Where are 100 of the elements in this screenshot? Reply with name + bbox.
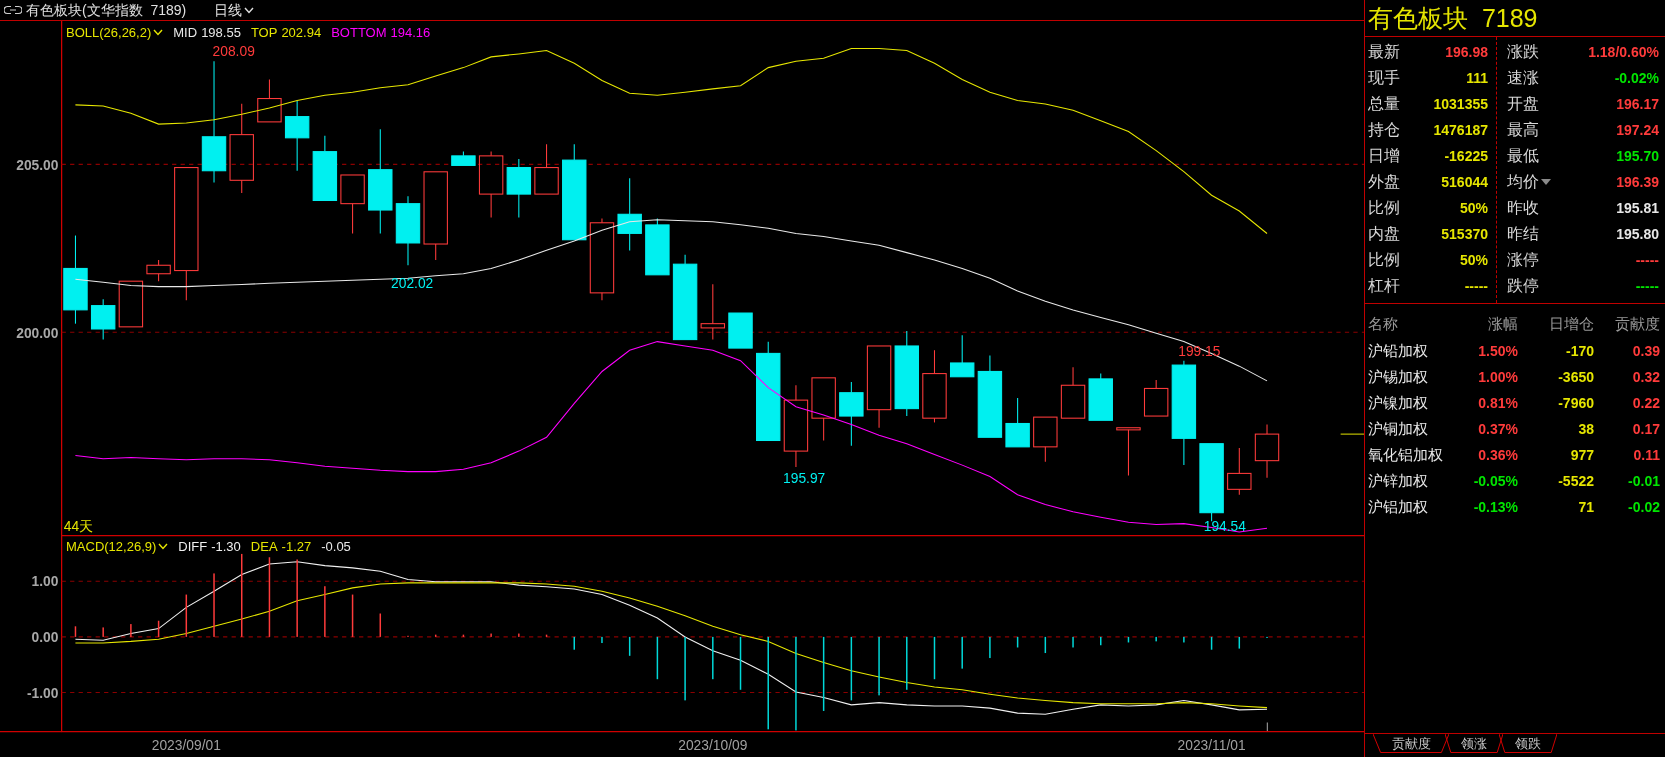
quote-value: 515370: [1441, 224, 1488, 244]
series-value: 202.94: [281, 24, 322, 42]
table-cell-text: -0.05%: [1472, 471, 1518, 491]
quote-value: 50%: [1459, 198, 1488, 218]
quote-value: 195.81: [1616, 198, 1659, 218]
macd-axis-label: 1.00: [31, 574, 59, 590]
chevron-down-icon[interactable]: [158, 543, 169, 551]
quote-label: 外盘: [1368, 172, 1400, 192]
candlestick: [728, 312, 753, 349]
instrument-title: 有色板块(文华指数 7189): [26, 0, 187, 20]
candlestick: [340, 174, 365, 234]
series-value: 194.16: [390, 24, 431, 42]
quote-label: 均价: [1507, 172, 1539, 192]
date-axis-label: 2023/10/09: [678, 738, 748, 754]
quote-label: 最高: [1507, 120, 1539, 140]
candlestick: [257, 78, 282, 123]
quote-value: 1031355: [1433, 94, 1488, 114]
price-annotation: 202.02: [391, 275, 434, 291]
macd-axis-label: 0.00: [31, 630, 59, 646]
table-cell-text: -5522: [1557, 471, 1594, 491]
series-name: MID: [173, 24, 198, 42]
candlestick: [811, 377, 836, 441]
indicator-selector[interactable]: MACD(12,26,9): [66, 537, 157, 557]
candlestick: [534, 143, 559, 195]
series-name: BOTTOM: [331, 24, 387, 42]
quote-value: -0.02%: [1614, 68, 1659, 88]
quote-label: 最低: [1507, 146, 1539, 166]
table-cell-text: 0.22: [1631, 393, 1660, 413]
table-cell-text: -170: [1564, 341, 1594, 361]
candlestick: [118, 280, 144, 328]
quote-value: 195.80: [1616, 224, 1659, 244]
table-cell-text: 沪锡加权: [1368, 366, 1429, 387]
candlestick: [312, 135, 338, 201]
quote-label: 最新: [1368, 42, 1400, 62]
macd-axis-label: -1.00: [26, 685, 59, 701]
column-header: 涨幅: [1487, 313, 1518, 334]
indicator-selector[interactable]: BOLL(26,26,2): [66, 23, 152, 43]
quote-value: 50%: [1459, 250, 1488, 270]
table-cell-text: 0.32: [1631, 367, 1660, 387]
quote-value: -----: [1464, 276, 1488, 296]
price-axis-label: 200.00: [16, 325, 59, 341]
table-cell-text: 1.00%: [1477, 367, 1518, 387]
table-cell-text: 沪镍加权: [1368, 392, 1429, 413]
table-cell-text: 1.50%: [1477, 341, 1518, 361]
table-cell-text: -0.02: [1627, 497, 1660, 517]
cursor-tick: [1266, 722, 1268, 732]
bottom-tab[interactable]: 领跌: [1499, 734, 1557, 753]
quote-title: 有色板块 7189: [1368, 5, 1538, 31]
series-name: DIFF: [178, 538, 208, 556]
chevron-down-icon: [244, 6, 255, 14]
price-annotation: 195.97: [783, 470, 826, 486]
candlestick: [1254, 424, 1280, 479]
quote-label: 昨收: [1507, 198, 1539, 218]
column-header: 名称: [1368, 313, 1399, 334]
candlestick: [146, 259, 171, 282]
candlestick: [90, 298, 116, 341]
quote-value: -----: [1635, 276, 1659, 296]
quote-label: 开盘: [1507, 94, 1539, 114]
quote-label: 跌停: [1507, 276, 1539, 296]
quote-label: 杠杆: [1368, 276, 1400, 296]
series-name: TOP: [250, 24, 278, 42]
dropdown-triangle-icon[interactable]: [1541, 179, 1551, 185]
bottom-tab[interactable]: 领涨: [1445, 734, 1503, 753]
series-value: -1.30: [211, 538, 241, 556]
table-cell-text: 0.36%: [1477, 445, 1518, 465]
quote-value: 1.18/0.60%: [1588, 42, 1659, 62]
days-count-label: 44天: [63, 518, 94, 534]
candlestick: [700, 283, 725, 341]
candlestick: [950, 334, 975, 378]
quote-label: 比例: [1368, 250, 1400, 270]
date-axis-label: 2023/09/01: [151, 738, 221, 754]
table-cell-text: -0.13%: [1472, 497, 1518, 517]
link-icon[interactable]: [4, 5, 22, 15]
table-cell-text: 0.17: [1631, 419, 1660, 439]
quote-value: 516044: [1441, 172, 1488, 192]
table-cell-text: 沪铜加权: [1368, 418, 1429, 439]
table-cell-text: 氧化铝加权: [1368, 444, 1444, 465]
candlestick: [839, 381, 864, 447]
period-selector[interactable]: 日线: [214, 0, 255, 21]
table-cell-text: 0.37%: [1477, 419, 1518, 439]
quote-label: 内盘: [1368, 224, 1400, 244]
candlestick: [1060, 366, 1086, 419]
table-cell-text: 0.81%: [1477, 393, 1518, 413]
table-cell-text: -3650: [1557, 367, 1594, 387]
quote-label: 昨结: [1507, 224, 1539, 244]
quote-label: 持仓: [1368, 120, 1400, 140]
chevron-down-icon[interactable]: [153, 29, 164, 37]
table-cell-text: -0.01: [1627, 471, 1660, 491]
price-annotation: 194.54: [1203, 518, 1246, 534]
quote-label: 速涨: [1507, 68, 1539, 88]
quote-label: 涨停: [1507, 250, 1539, 270]
candlestick: [506, 158, 532, 218]
candlestick: [1227, 447, 1252, 496]
bottom-tab[interactable]: 贡献度: [1373, 734, 1449, 753]
quote-value: 196.98: [1445, 42, 1488, 62]
table-cell-text: 977: [1569, 445, 1594, 465]
quote-value: 196.17: [1616, 94, 1659, 114]
quote-value: -16225: [1444, 146, 1488, 166]
table-cell-text: 38: [1577, 419, 1594, 439]
column-header: 日增仓: [1548, 313, 1594, 334]
